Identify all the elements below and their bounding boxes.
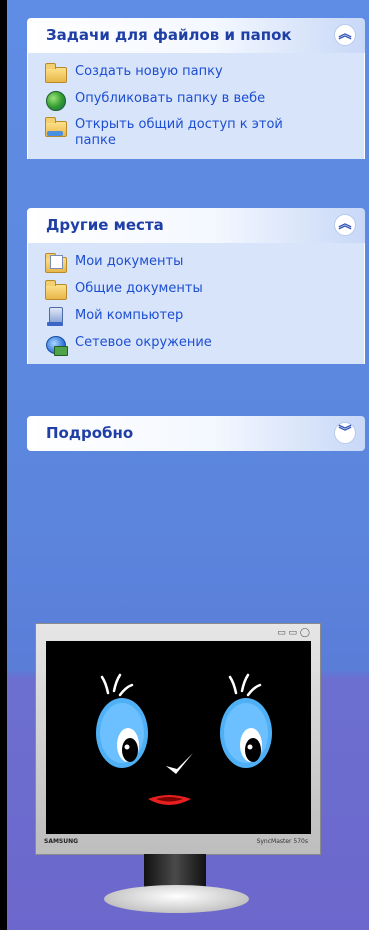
task-create-folder[interactable]: Создать новую папку	[44, 63, 354, 83]
details-header[interactable]: Подробно ︾	[27, 416, 365, 451]
network-icon	[44, 334, 68, 356]
share-folder-icon	[44, 117, 67, 137]
task-publish-web[interactable]: Опубликовать папку в вебе	[44, 90, 354, 111]
place-label[interactable]: Сетевое окружение	[75, 334, 212, 351]
place-shared-documents[interactable]: Общие документы	[44, 280, 354, 300]
monitor-buttons-icon: ▭ ▭ ◯	[277, 628, 310, 638]
collapse-icon[interactable]: ︽	[334, 24, 356, 46]
monitor-brand: SAMSUNG	[44, 838, 79, 845]
place-my-documents[interactable]: Мои документы	[44, 253, 354, 273]
my-documents-icon	[44, 253, 67, 273]
place-network[interactable]: Сетевое окружение	[44, 334, 354, 356]
task-share-folder[interactable]: Открыть общий доступ к этой папке	[44, 117, 354, 149]
new-folder-icon	[44, 63, 67, 83]
my-computer-icon	[44, 307, 66, 327]
monitor-illustration: ▭ ▭ ◯ SAMSUNG SyncMaster 570s	[35, 623, 321, 855]
place-my-computer[interactable]: Мой компьютер	[44, 307, 354, 327]
collapse-icon[interactable]: ︽	[334, 214, 356, 236]
panel-title: Задачи для файлов и папок	[46, 26, 292, 44]
shared-documents-icon	[44, 280, 67, 300]
task-label[interactable]: Опубликовать папку в вебе	[75, 90, 265, 107]
other-places-header[interactable]: Другие места ︽	[27, 208, 365, 243]
file-folder-tasks-header[interactable]: Задачи для файлов и папок ︽	[27, 18, 365, 53]
task-label[interactable]: Открыть общий доступ к этой папке	[75, 117, 325, 149]
place-label[interactable]: Общие документы	[75, 280, 203, 297]
file-folder-tasks-panel: Задачи для файлов и папок ︽ Создать нову…	[27, 18, 365, 159]
web-publish-icon	[44, 90, 66, 111]
monitor-base	[104, 885, 249, 913]
panel-title: Другие места	[46, 216, 164, 234]
place-label[interactable]: Мои документы	[75, 253, 183, 270]
panel-title: Подробно	[46, 424, 134, 442]
monitor-model: SyncMaster 570s	[256, 838, 308, 845]
other-places-panel: Другие места ︽ Мои документы Общие докум…	[27, 208, 365, 364]
task-label[interactable]: Создать новую папку	[75, 63, 223, 80]
details-panel: Подробно ︾	[27, 416, 365, 451]
face-icon	[96, 673, 272, 805]
expand-icon[interactable]: ︾	[334, 422, 356, 444]
panel-body: Создать новую папку Опубликовать папку в…	[27, 53, 365, 159]
place-label[interactable]: Мой компьютер	[75, 307, 183, 324]
monitor-screen	[46, 641, 311, 834]
panel-body: Мои документы Общие документы Мой компью…	[27, 243, 365, 364]
